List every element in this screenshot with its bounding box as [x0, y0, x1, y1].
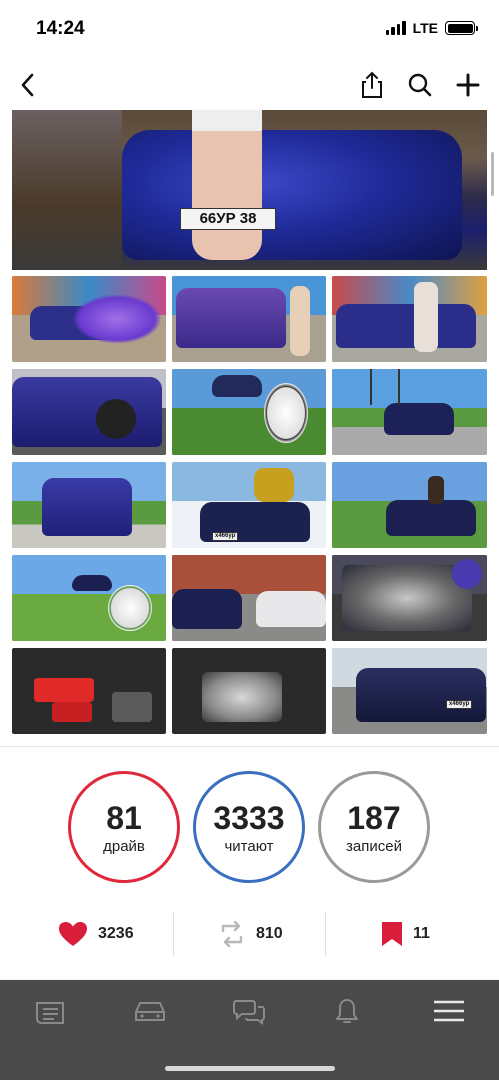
- tab-feed[interactable]: [32, 996, 68, 1026]
- photo-thumb[interactable]: [12, 369, 166, 455]
- followers-stat[interactable]: 3333 читают: [193, 771, 305, 883]
- profile-stats: 81 драйв 3333 читают 187 записей 3236 81…: [0, 746, 499, 979]
- reposts-count: 810: [256, 925, 283, 942]
- photo-grid: х466ур х466ур: [12, 276, 487, 734]
- bookmarks-counter[interactable]: 11: [381, 912, 430, 956]
- hero-car: [122, 130, 462, 260]
- battery-icon: [445, 21, 478, 35]
- tab-menu[interactable]: [431, 996, 467, 1026]
- followers-label: читают: [224, 837, 274, 855]
- chat-icon: [233, 1000, 265, 1025]
- photo-thumb[interactable]: [12, 648, 166, 734]
- posts-count: 187: [347, 799, 401, 836]
- repost-icon: [221, 921, 243, 947]
- drive-label: драйв: [103, 837, 145, 855]
- signal-icon: [385, 21, 406, 35]
- plus-icon: [456, 73, 480, 97]
- photo-thumb[interactable]: [332, 555, 487, 641]
- thumb-plate: х466ур: [212, 532, 239, 541]
- tab-notifications[interactable]: [329, 996, 365, 1026]
- car-icon: [135, 1002, 165, 1021]
- share-icon: [362, 71, 382, 98]
- chevron-left-icon: [21, 73, 34, 97]
- tab-garage[interactable]: [132, 996, 168, 1026]
- thumb-plate: х466ур: [446, 700, 473, 709]
- network-label: LTE: [412, 20, 438, 36]
- photo-thumb[interactable]: [12, 462, 166, 548]
- posts-label: записей: [346, 837, 402, 855]
- menu-icon: [434, 1000, 464, 1022]
- photo-thumb[interactable]: [172, 648, 326, 734]
- hero-photo[interactable]: 66УР 38: [12, 110, 487, 270]
- bell-icon: [336, 999, 358, 1023]
- reposts-counter[interactable]: 810: [218, 912, 283, 956]
- bookmark-icon: [382, 922, 402, 946]
- status-bar: 14:24 LTE: [0, 0, 499, 60]
- photo-thumb[interactable]: х466ур: [332, 648, 487, 734]
- bookmarks-count: 11: [413, 925, 430, 942]
- likes-count: 3236: [98, 925, 134, 942]
- photo-thumb[interactable]: [172, 276, 326, 362]
- photo-thumb[interactable]: х466ур: [172, 462, 326, 548]
- back-button[interactable]: [10, 67, 46, 103]
- hero-person: [192, 110, 262, 260]
- search-button[interactable]: [402, 67, 438, 103]
- add-button[interactable]: [450, 67, 486, 103]
- photo-thumb[interactable]: [172, 555, 326, 641]
- status-right: LTE: [385, 20, 478, 36]
- photo-thumb[interactable]: [332, 369, 487, 455]
- heart-icon: [59, 922, 87, 946]
- photo-thumb[interactable]: [332, 462, 487, 548]
- hero-wall: [12, 110, 122, 270]
- photo-thumb[interactable]: [172, 369, 326, 455]
- photo-thumb[interactable]: [12, 555, 166, 641]
- likes-counter[interactable]: 3236: [58, 912, 134, 956]
- drive-count: 81: [106, 799, 142, 836]
- nav-bar: [0, 60, 499, 110]
- engagement-counters: 3236 810 11: [0, 912, 499, 956]
- photo-thumb[interactable]: [12, 276, 166, 362]
- feed-icon: [36, 1002, 64, 1024]
- tab-bar: [0, 980, 499, 1080]
- status-time: 14:24: [36, 18, 85, 39]
- share-button[interactable]: [354, 67, 390, 103]
- divider: [325, 912, 326, 956]
- search-icon: [408, 73, 432, 97]
- divider: [173, 912, 174, 956]
- scroll-indicator[interactable]: [491, 152, 494, 196]
- photo-gallery: 66УР 38 х466ур х466ур: [0, 110, 499, 746]
- followers-count: 3333: [213, 799, 285, 836]
- tab-messages[interactable]: [231, 996, 267, 1026]
- photo-thumb[interactable]: [332, 276, 487, 362]
- drive-stat[interactable]: 81 драйв: [68, 771, 180, 883]
- screen: 14:24 LTE 66УР 38 х466ур х466ур 81 драйв…: [0, 0, 499, 1080]
- hero-plate: 66УР 38: [180, 208, 276, 230]
- posts-stat[interactable]: 187 записей: [318, 771, 430, 883]
- home-indicator: [165, 1066, 335, 1071]
